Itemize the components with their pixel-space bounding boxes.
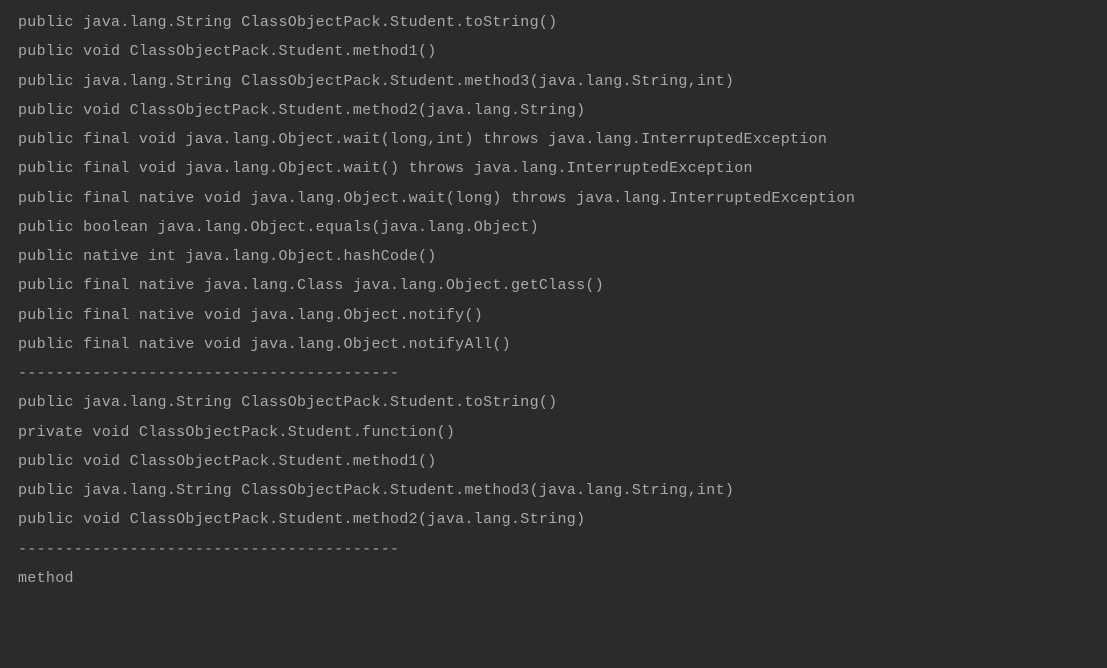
code-line: public boolean java.lang.Object.equals(j… [18, 213, 1089, 242]
code-line: private void ClassObjectPack.Student.fun… [18, 418, 1089, 447]
code-line: public void ClassObjectPack.Student.meth… [18, 37, 1089, 66]
code-line: public final native java.lang.Class java… [18, 271, 1089, 300]
code-line: method [18, 564, 1089, 593]
code-line: public void ClassObjectPack.Student.meth… [18, 447, 1089, 476]
code-line: public final native void java.lang.Objec… [18, 330, 1089, 359]
code-line: public void ClassObjectPack.Student.meth… [18, 96, 1089, 125]
code-line: public final void java.lang.Object.wait(… [18, 154, 1089, 183]
code-line: public final void java.lang.Object.wait(… [18, 125, 1089, 154]
code-line: public java.lang.String ClassObjectPack.… [18, 67, 1089, 96]
code-line: public java.lang.String ClassObjectPack.… [18, 476, 1089, 505]
code-line: public native int java.lang.Object.hashC… [18, 242, 1089, 271]
code-line: public final native void java.lang.Objec… [18, 184, 1089, 213]
separator-line: ----------------------------------------… [18, 359, 1089, 388]
code-line: public final native void java.lang.Objec… [18, 301, 1089, 330]
code-output-block: public java.lang.String ClassObjectPack.… [18, 8, 1089, 593]
separator-line: ----------------------------------------… [18, 535, 1089, 564]
code-line: public java.lang.String ClassObjectPack.… [18, 8, 1089, 37]
code-line: public void ClassObjectPack.Student.meth… [18, 505, 1089, 534]
code-line: public java.lang.String ClassObjectPack.… [18, 388, 1089, 417]
